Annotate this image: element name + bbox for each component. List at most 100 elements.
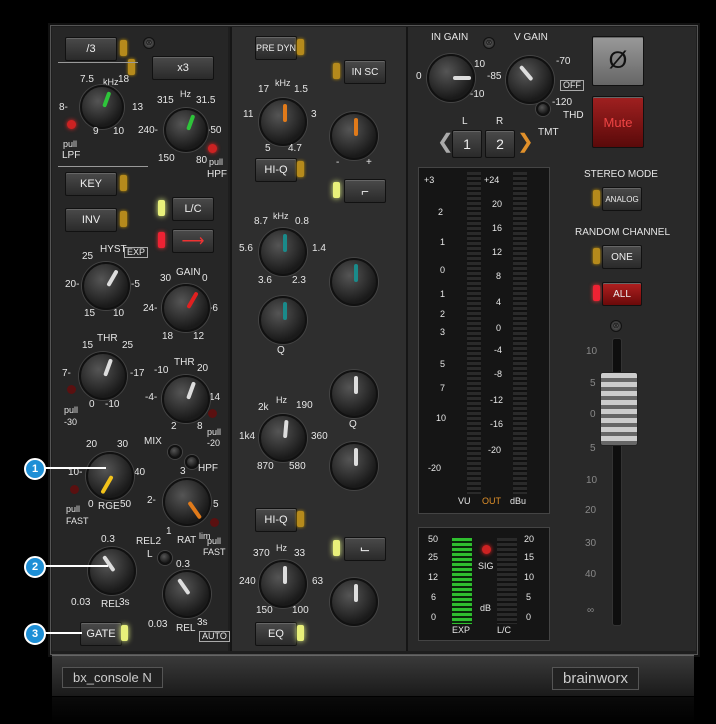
all-button[interactable]: ALL	[602, 282, 642, 306]
mf-gain-knob[interactable]	[330, 258, 378, 306]
plus-label: +	[366, 157, 372, 168]
gain-label: GAIN	[176, 267, 201, 278]
inv-led	[120, 211, 127, 227]
one-button[interactable]: ONE	[602, 245, 642, 269]
out-label[interactable]: OUT	[482, 497, 501, 506]
vu-dbu-label: 12	[492, 247, 503, 257]
hpf-pull-label: pull	[209, 157, 224, 167]
hyst-scale-label: 10	[113, 308, 125, 319]
mf-scale-label: 8.7	[254, 216, 268, 227]
rat-scale-label: 2-	[147, 495, 156, 506]
hpf-trim[interactable]	[185, 455, 199, 469]
hf-scale-label: 1.5	[294, 84, 308, 95]
x3-button[interactable]: x3	[152, 56, 214, 80]
vu-label: VU	[458, 496, 471, 506]
thr2-knob[interactable]	[162, 375, 210, 423]
gr-scale-label: 0	[526, 612, 532, 622]
hi-q-led	[297, 161, 304, 177]
lc-gr-bar	[497, 538, 517, 624]
lf-freq-knob[interactable]	[259, 560, 307, 608]
link-arrow-button[interactable]: ⟶	[172, 229, 214, 253]
in-sc-button[interactable]: IN SC	[344, 60, 386, 84]
gr-scale-label: 6	[431, 592, 437, 602]
hpf-knob[interactable]	[164, 108, 208, 152]
thr1-knob[interactable]	[79, 352, 127, 400]
hpf-label: HPF	[207, 169, 227, 180]
gr-scale-label: 15	[524, 552, 535, 562]
exp-label: EXP	[124, 247, 149, 258]
lpf-knob[interactable]	[80, 85, 124, 129]
lf-gain-knob[interactable]	[330, 578, 378, 626]
rge-knob[interactable]	[86, 452, 134, 500]
hi-q-led-2	[297, 511, 304, 527]
rat-knob[interactable]	[163, 478, 211, 526]
v-gain-knob[interactable]	[506, 56, 554, 104]
rge-label: RGE	[98, 501, 120, 512]
channel-1-button[interactable]: 1	[452, 130, 482, 158]
lpf-scale-label: 7.5	[80, 74, 94, 85]
gain-knob[interactable]	[162, 284, 210, 332]
in-gain-scale-label: 10	[474, 59, 486, 70]
hi-q-button[interactable]: HI-Q	[255, 158, 297, 182]
inv-button[interactable]: INV	[65, 208, 117, 232]
phase-invert-button[interactable]: Ø	[592, 36, 644, 86]
gr-scale-label: 5	[526, 592, 532, 602]
thr2-pull-value: -20	[207, 438, 221, 448]
output-fader-handle[interactable]	[600, 372, 638, 446]
v-gain-scale-label: -120	[552, 97, 573, 108]
hf-freq-knob[interactable]	[259, 98, 307, 146]
callout-line	[44, 467, 106, 469]
thr1-scale-label: 25	[122, 340, 134, 351]
in-gain-knob[interactable]	[427, 54, 475, 102]
lc-button[interactable]: L/C	[172, 197, 214, 221]
chevron-right-icon[interactable]: ❯	[517, 132, 534, 152]
callout-line	[44, 632, 82, 634]
hyst-knob[interactable]	[82, 262, 130, 310]
rel2-trim[interactable]	[158, 551, 172, 565]
pre-dyn-button[interactable]: PRE DYN	[255, 36, 297, 60]
mute-button[interactable]: Mute	[592, 96, 644, 148]
hf-gain-knob[interactable]	[330, 112, 378, 160]
rge-scale-label: 50	[120, 499, 132, 510]
thr2-scale-label: -10	[154, 365, 169, 376]
channel-r-label: R	[496, 116, 504, 127]
hf-shelf-button[interactable]: ⌐	[344, 179, 386, 203]
divide-3-button[interactable]: /3	[65, 37, 117, 61]
mf-q-label: Q	[277, 345, 285, 356]
v-gain-label: V GAIN	[514, 32, 548, 43]
gate-button[interactable]: GATE	[80, 622, 122, 646]
lf-shelf-button[interactable]: ⌙	[344, 537, 386, 561]
thr1-pull-led	[67, 385, 76, 394]
lmf-q-knob[interactable]	[330, 442, 378, 490]
channel-2-button[interactable]: 2	[485, 130, 515, 158]
mf-freq-knob[interactable]	[259, 228, 307, 276]
hf-scale-label: 5	[265, 143, 271, 154]
hi-q-button-2[interactable]: HI-Q	[255, 508, 297, 532]
callout-badge: 2	[24, 556, 46, 578]
rel2-knob[interactable]	[163, 570, 211, 618]
gain-scale-label: 18	[162, 331, 174, 342]
mf-scale-label: 2.3	[292, 275, 306, 286]
thr1-scale-label: 7-	[62, 368, 71, 379]
rge-scale-label: 20	[86, 439, 98, 450]
lmf-freq-knob[interactable]	[259, 414, 307, 462]
mix-trim[interactable]	[168, 445, 182, 459]
hf-scale-label: 17	[258, 84, 270, 95]
gr-scale-label: 20	[524, 534, 535, 544]
analog-button[interactable]: ANALOG	[602, 187, 642, 211]
mf-scale-label: 0.8	[295, 216, 309, 227]
eq-button[interactable]: EQ	[255, 622, 297, 646]
rel2-label: REL2	[136, 536, 162, 547]
stereo-mode-label: STEREO MODE	[584, 169, 658, 180]
stereo-mode-led	[593, 190, 600, 206]
gr-scale-label: 12	[428, 572, 439, 582]
key-button[interactable]: KEY	[65, 172, 117, 196]
vu-scale-label: +3	[424, 175, 435, 185]
thd-trim[interactable]	[536, 102, 550, 116]
mf-q-knob[interactable]	[259, 296, 307, 344]
thr1-scale-label: 0	[89, 399, 95, 410]
lmf-gain-knob[interactable]	[330, 370, 378, 418]
gr-scale-label: 10	[524, 572, 535, 582]
vu-dbu-label: 4	[496, 297, 502, 307]
rel1-knob[interactable]	[88, 547, 136, 595]
